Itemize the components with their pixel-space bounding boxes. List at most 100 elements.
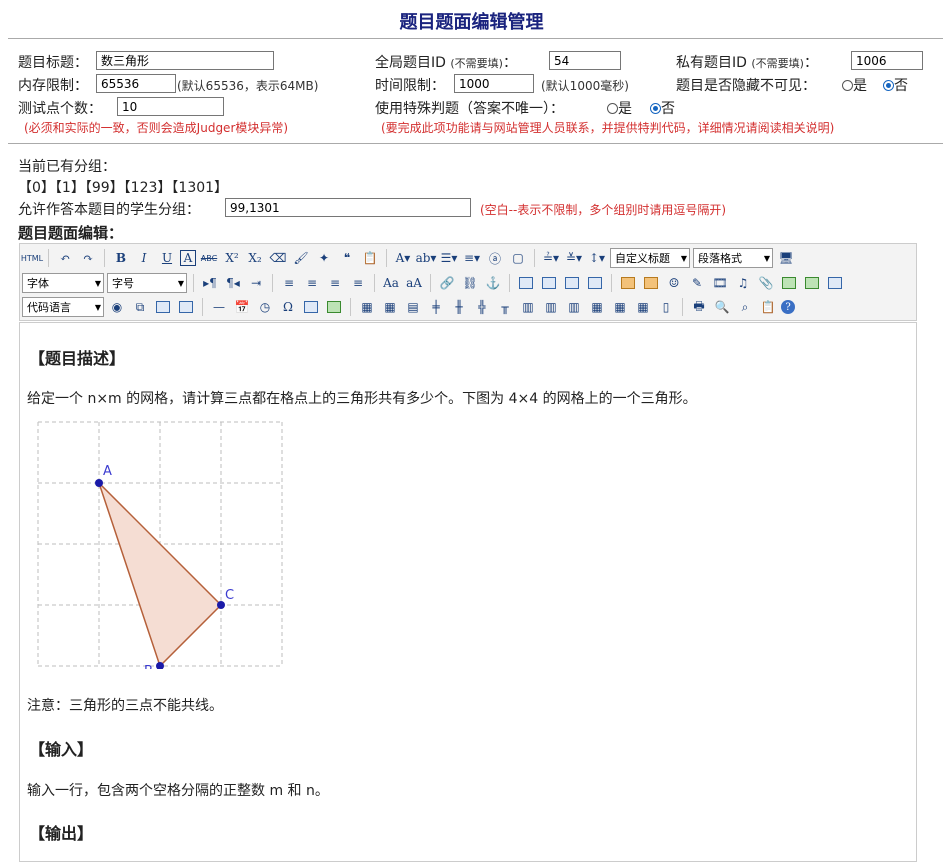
align-left-icon[interactable]: ≡ (279, 273, 299, 293)
template-icon[interactable] (153, 297, 173, 317)
special-no-option[interactable]: 否 (650, 98, 675, 118)
auto-format-icon[interactable]: ✦ (314, 248, 334, 268)
ordered-list-icon[interactable]: ☰▾ (439, 248, 459, 268)
testcases-input[interactable] (117, 97, 224, 116)
insert-image-icon[interactable] (618, 273, 638, 293)
multi-image-icon[interactable] (641, 273, 661, 293)
map-icon[interactable] (779, 273, 799, 293)
paste-plain-icon[interactable]: 📋 (360, 248, 380, 268)
print-icon[interactable]: 🖶 (689, 297, 709, 317)
italic-icon[interactable]: I (134, 248, 154, 268)
gmap-icon[interactable] (802, 273, 822, 293)
font-size-select[interactable]: 字号 ▼ (107, 273, 187, 293)
merge-down-icon[interactable]: ▥ (564, 297, 584, 317)
insert-col-icon[interactable]: ╬ (472, 297, 492, 317)
split-cells-icon[interactable]: ▦ (587, 297, 607, 317)
chart-icon[interactable]: ▯ (656, 297, 676, 317)
horizontal-rule-icon[interactable]: — (209, 297, 229, 317)
drafts-icon[interactable]: 📋 (758, 297, 778, 317)
hidden-yes-option[interactable]: 是 (842, 75, 867, 95)
split-rows-icon[interactable]: ▦ (610, 297, 630, 317)
select-all-icon[interactable]: ⓐ (485, 248, 505, 268)
special-chars-icon[interactable]: Ω (278, 297, 298, 317)
hidden-yes-radio[interactable] (842, 80, 853, 91)
private-id-input[interactable] (851, 51, 923, 70)
delete-table-icon[interactable]: ▦ (380, 297, 400, 317)
undo-icon[interactable]: ↶ (55, 248, 75, 268)
emotion-icon[interactable]: ☺ (664, 273, 684, 293)
superscript-icon[interactable]: X² (222, 248, 242, 268)
scrawl-icon[interactable]: ✎ (687, 273, 707, 293)
editor-content[interactable]: 【题目描述】 给定一个 n×m 的网格，请计算三点都在格点上的三角形共有多少个。… (19, 322, 917, 862)
delete-col-icon[interactable]: ╥ (495, 297, 515, 317)
background-icon[interactable] (176, 297, 196, 317)
time-input[interactable] (454, 74, 534, 93)
fullscreen-icon[interactable]: 🖥 (776, 248, 796, 268)
unlink-icon[interactable]: ⛓ (460, 273, 480, 293)
image-right-icon[interactable] (562, 273, 582, 293)
delete-row-icon[interactable]: ╫ (449, 297, 469, 317)
line-height-icon[interactable]: ↕▾ (587, 248, 607, 268)
rtl-icon[interactable]: ¶◂ (223, 273, 243, 293)
allowed-groups-input[interactable] (225, 198, 471, 217)
strikethrough-icon[interactable]: ABC (199, 248, 219, 268)
image-none-icon[interactable] (516, 273, 536, 293)
title-input[interactable] (96, 51, 274, 70)
redo-icon[interactable]: ↷ (78, 248, 98, 268)
font-border-icon[interactable]: A (180, 250, 196, 266)
custom-heading-select[interactable]: 自定义标题 ▼ (610, 248, 690, 268)
merge-cells-icon[interactable]: ▥ (518, 297, 538, 317)
paragraph-format-select[interactable]: 段落格式 ▼ (693, 248, 773, 268)
attachment-icon[interactable]: 📎 (756, 273, 776, 293)
indent-icon[interactable]: ⇥ (246, 273, 266, 293)
code-language-select[interactable]: 代码语言 ▼ (22, 297, 104, 317)
row-spacing-top-icon[interactable]: ≟▾ (541, 248, 561, 268)
background-color-icon[interactable]: ab▾ (416, 248, 437, 268)
subscript-icon[interactable]: X₂ (245, 248, 265, 268)
video-icon[interactable]: 🎞 (710, 273, 730, 293)
anchor-icon[interactable]: ⚓ (483, 273, 503, 293)
uppercase-icon[interactable]: Aa (381, 273, 401, 293)
code-block-icon[interactable]: ◉ (107, 297, 127, 317)
unordered-list-icon[interactable]: ≡▾ (462, 248, 482, 268)
image-left-icon[interactable] (539, 273, 559, 293)
insert-table-icon[interactable]: ▦ (357, 297, 377, 317)
special-no-radio[interactable] (650, 103, 661, 114)
special-yes-radio[interactable] (607, 103, 618, 114)
row-spacing-bottom-icon[interactable]: ≚▾ (564, 248, 584, 268)
page-break-icon[interactable]: ⧉ (130, 297, 150, 317)
align-justify-icon[interactable]: ≡ (348, 273, 368, 293)
eraser-icon[interactable]: ⌫ (268, 248, 288, 268)
split-cols-icon[interactable]: ▦ (633, 297, 653, 317)
time-icon[interactable]: ◷ (255, 297, 275, 317)
frame-icon[interactable] (825, 273, 845, 293)
align-center-icon[interactable]: ≡ (302, 273, 322, 293)
merge-right-icon[interactable]: ▥ (541, 297, 561, 317)
insert-row-icon[interactable]: ╪ (426, 297, 446, 317)
bold-icon[interactable]: B (111, 248, 131, 268)
underline-icon[interactable]: U (157, 248, 177, 268)
search-replace-icon[interactable]: ⌕ (735, 297, 755, 317)
ltr-icon[interactable]: ▸¶ (200, 273, 220, 293)
link-icon[interactable]: 🔗 (437, 273, 457, 293)
format-brush-icon[interactable]: 🖌 (291, 248, 311, 268)
insert-para-before-table-icon[interactable]: ▤ (403, 297, 423, 317)
lowercase-icon[interactable]: aA (404, 273, 424, 293)
html-source-button[interactable]: HTML (21, 248, 43, 268)
global-id-input[interactable] (549, 51, 621, 70)
music-icon[interactable]: ♫ (733, 273, 753, 293)
memory-input[interactable] (96, 74, 176, 93)
preview-icon[interactable]: 🔍 (712, 297, 732, 317)
special-yes-option[interactable]: 是 (607, 98, 632, 118)
word-image-icon[interactable] (324, 297, 344, 317)
help-icon[interactable]: ? (781, 300, 795, 314)
font-family-select[interactable]: 字体 ▼ (22, 273, 104, 293)
font-color-icon[interactable]: A▾ (393, 248, 413, 268)
hidden-no-option[interactable]: 否 (883, 75, 908, 95)
date-icon[interactable]: 📅 (232, 297, 252, 317)
hidden-no-radio[interactable] (883, 80, 894, 91)
snapscreen-icon[interactable] (301, 297, 321, 317)
align-right-icon[interactable]: ≡ (325, 273, 345, 293)
blockquote-icon[interactable]: ❝ (337, 248, 357, 268)
clear-doc-icon[interactable]: ▢ (508, 248, 528, 268)
